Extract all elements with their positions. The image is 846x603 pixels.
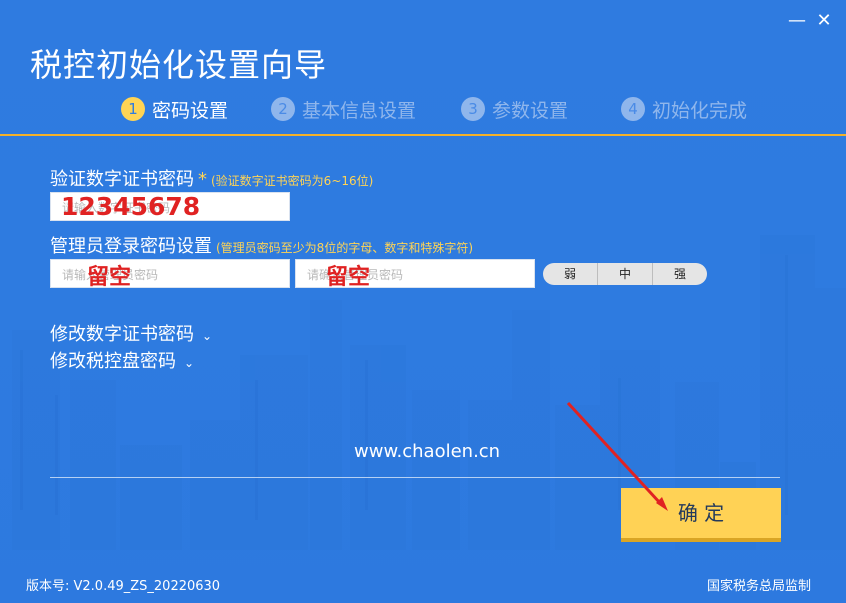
cert-password-field[interactable]: 请输入数字证书密码 12345678: [50, 192, 290, 221]
chevron-down-icon: ⌄: [202, 329, 213, 343]
step-initialization-complete: 4 初始化完成: [621, 95, 747, 123]
cert-password-label-row: 验证数字证书密码 * (验证数字证书密码为6~16位): [50, 165, 373, 191]
version-label: 版本号: V2.0.49_ZS_20220630: [26, 579, 221, 594]
step-password-settings: 1 密码设置: [121, 95, 228, 123]
minimize-button[interactable]: —: [786, 10, 808, 32]
step-number-icon: 3: [461, 97, 485, 121]
strength-strong: 强: [652, 263, 707, 285]
close-button[interactable]: ✕: [813, 10, 835, 32]
strength-weak: 弱: [563, 267, 576, 281]
supervision-label: 国家税务总局监制: [707, 579, 812, 594]
confirm-admin-password-field[interactable]: 请确认管理员密码 留空: [295, 259, 535, 290]
window-title: 税控初始化设置向导: [30, 46, 328, 84]
step-number-icon: 1: [121, 97, 145, 121]
step-label: 密码设置: [152, 99, 229, 122]
website-watermark: www.chaolen.cn: [354, 441, 501, 462]
modify-tax-disk-password-link[interactable]: 修改税控盘密码 ⌄: [50, 347, 194, 373]
header-divider: [0, 134, 846, 136]
confirm-button[interactable]: 确 定: [621, 488, 781, 542]
admin-password-label-row: 管理员登录密码设置 (管理员密码至少为8位的字母、数字和特殊字符): [50, 232, 473, 258]
admin-password-field[interactable]: 请输入管理员密码 留空: [50, 259, 290, 290]
admin-password-annotation: 留空: [87, 265, 132, 290]
step-number-icon: 4: [621, 97, 645, 121]
setup-wizard-window: — ✕ 税控初始化设置向导 1 密码设置 2 基本信息设置 3 参数设置 4 初…: [0, 0, 846, 603]
cert-password-label: 验证数字证书密码: [50, 169, 194, 190]
admin-password-label: 管理员登录密码设置: [50, 236, 212, 257]
modify-cert-password-label: 修改数字证书密码: [50, 324, 194, 345]
bottom-divider: [50, 477, 780, 478]
cert-password-annotation: 12345678: [61, 192, 201, 221]
required-star-icon: *: [198, 169, 207, 190]
strength-medium: 中: [597, 263, 652, 285]
step-label: 初始化完成: [652, 99, 748, 122]
step-label: 参数设置: [492, 99, 569, 122]
step-label: 基本信息设置: [302, 99, 417, 122]
admin-password-hint: (管理员密码至少为8位的字母、数字和特殊字符): [216, 241, 473, 255]
cert-password-hint: (验证数字证书密码为6~16位): [211, 174, 374, 188]
step-basic-info: 2 基本信息设置: [271, 95, 416, 123]
step-number-icon: 2: [271, 97, 295, 121]
modify-tax-disk-password-label: 修改税控盘密码: [50, 351, 176, 372]
step-parameters: 3 参数设置: [461, 95, 568, 123]
chevron-down-icon: ⌄: [184, 356, 195, 370]
password-strength-meter: 弱 中 强: [543, 263, 707, 285]
modify-cert-password-link[interactable]: 修改数字证书密码 ⌄: [50, 320, 212, 346]
confirm-admin-password-annotation: 留空: [326, 265, 371, 290]
